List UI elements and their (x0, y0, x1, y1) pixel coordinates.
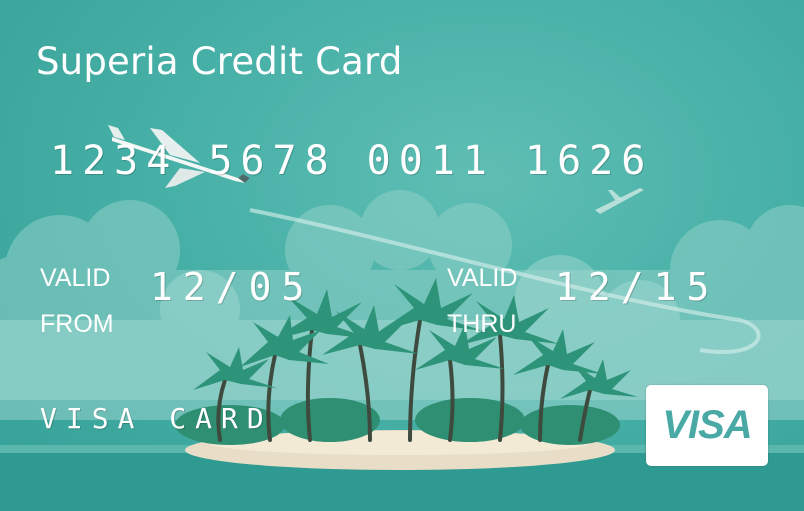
visa-logo-text: VISA (662, 403, 752, 447)
valid-from-date: 12/05 (150, 265, 315, 309)
card-title: Superia Credit Card (36, 40, 403, 83)
valid-thru-label: VALID THRU (447, 264, 518, 338)
card-network-name: VISA CARD (40, 402, 273, 435)
card-number: 1234 5678 0011 1626 (50, 138, 683, 184)
card-number-group: 1626 (524, 138, 654, 184)
card-number-group: 0011 (366, 138, 495, 184)
valid-thru-date: 12/15 (555, 265, 720, 309)
card-number-group: 5678 (208, 138, 337, 184)
valid-from-label: VALID FROM (40, 264, 114, 338)
card-number-group: 1234 (50, 138, 179, 184)
visa-logo: VISA (646, 385, 768, 466)
credit-card: Superia Credit Card 1234 5678 0011 1626 VAL… (0, 0, 804, 511)
